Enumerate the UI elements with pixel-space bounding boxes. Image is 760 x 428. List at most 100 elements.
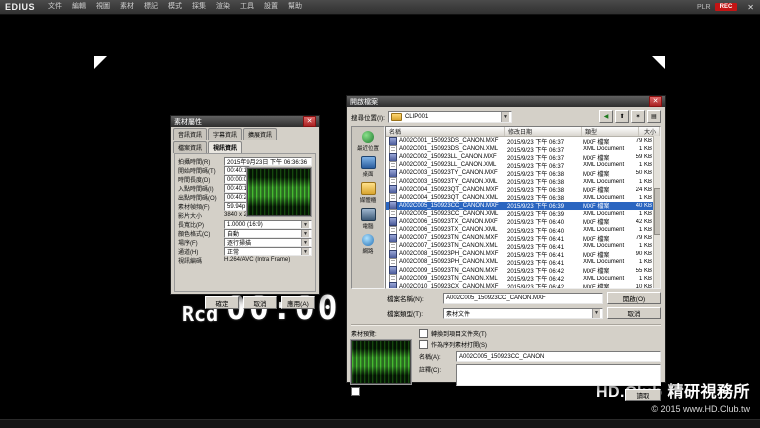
property-row: 入點時間碼(I)00:40:17:15	[178, 184, 250, 193]
properties-button-2[interactable]: 應用(A)	[281, 296, 315, 309]
place-label: 桌面	[362, 170, 373, 178]
plr-indicator[interactable]: PLR	[693, 4, 715, 11]
menu-item-10[interactable]: 幫助	[283, 0, 307, 14]
property-value[interactable]: 逐行掃描▼	[224, 238, 312, 247]
checkbox-icon[interactable]	[419, 329, 428, 338]
open-file-dialog: 開啟檔案 ✕ 搜尋位置(I): CLIP001 ▼ ◀⬆✶▤ 最近位置桌面媒體櫃…	[346, 95, 666, 383]
new-folder-icon[interactable]: ✶	[631, 110, 645, 123]
separator	[351, 324, 661, 325]
menu-item-1[interactable]: 編輯	[67, 0, 91, 14]
transfer-checkbox-row[interactable]: 轉換到項目文件夾(T)	[419, 329, 661, 338]
column-header-0[interactable]: 名稱	[386, 127, 505, 136]
file-name: A002C005_150923CC_CANON.XML	[399, 211, 498, 217]
clip-thumbnail-waveform	[247, 168, 311, 216]
properties-tabs-row1: 音訊資訊字幕資訊擴展資訊	[171, 127, 319, 140]
filetype-select[interactable]: 素材文件 ▼	[443, 308, 603, 319]
clip-properties-titlebar[interactable]: 素材屬性 ✕	[171, 116, 319, 127]
status-bar	[0, 419, 760, 428]
file-name: A002C009_150923TN_CANON.XML	[399, 276, 498, 282]
properties-fields-top: 拍攝時間(R)2015年9月23日 下午 06:36:36	[178, 157, 312, 166]
properties-button-0[interactable]: 確定	[205, 296, 239, 309]
menu-item-2[interactable]: 視圖	[91, 0, 115, 14]
file-type-cell: XML Document	[580, 227, 636, 233]
checkbox-icon[interactable]	[351, 387, 360, 396]
view-menu-icon[interactable]: ▤	[647, 110, 661, 123]
properties-button-1[interactable]: 取消	[243, 296, 277, 309]
tab-檔案資訊[interactable]: 檔案資訊	[173, 141, 207, 153]
menu-item-6[interactable]: 採集	[187, 0, 211, 14]
menu-item-0[interactable]: 文件	[43, 0, 67, 14]
clip-details-pane: 轉換到項目文件夾(T) 作為序列素材打開(S) 名稱(A): A002C005_…	[419, 329, 661, 401]
toolbar-buttons: ◀⬆✶▤	[599, 110, 661, 123]
property-value[interactable]: 自動▼	[224, 229, 312, 238]
preview-waveform-thumbnail	[351, 340, 411, 384]
clipname-field[interactable]: A002C005_150923CC_CANON	[456, 351, 661, 362]
file-name: A002C008_150923PH_CANON.MXF	[399, 251, 498, 257]
place-desktop[interactable]: 桌面	[352, 155, 384, 179]
open-dialog-titlebar[interactable]: 開啟檔案 ✕	[347, 96, 665, 107]
sequence-checkbox-row[interactable]: 作為序列素材打開(S)	[419, 340, 661, 349]
clip-properties-dialog: 素材屬性 ✕ 音訊資訊字幕資訊擴展資訊 檔案資訊視訊資訊 拍攝時間(R)2015…	[170, 115, 320, 295]
menu-item-5[interactable]: 模式	[163, 0, 187, 14]
close-icon[interactable]: ✕	[649, 96, 662, 107]
property-value[interactable]: 1.0000 (16:9)▼	[224, 220, 312, 229]
property-label: 場序(F)	[178, 238, 224, 247]
load-button[interactable]: 讀取	[625, 389, 661, 401]
rec-indicator[interactable]: REC	[715, 3, 738, 11]
place-network[interactable]: 網路	[352, 233, 384, 256]
property-label: 開始時間碼(T)	[178, 166, 224, 175]
property-row: 視訊編碼H.264/AVC (Intra Frame)	[178, 256, 312, 265]
file-list-header: 名稱修改日期類型大小	[386, 127, 660, 137]
comment-field[interactable]	[456, 364, 661, 386]
checkbox-icon[interactable]	[419, 340, 428, 349]
file-name: A002C008_150923PH_CANON.XML	[399, 259, 498, 265]
window-close-icon[interactable]: ✕	[741, 3, 760, 12]
file-row[interactable]: A002C010_150923CX_CANON.MXF2015/9/23 下午 …	[386, 283, 660, 289]
lookin-combobox[interactable]: CLIP001 ▼	[388, 111, 512, 123]
show-waveform-checkbox-row[interactable]: 顯示聲音波形(W)	[351, 387, 413, 396]
file-type-cell: XML Document	[580, 195, 636, 201]
property-row: 長寬比(P)1.0000 (16:9)▼	[178, 220, 312, 229]
computer-icon	[361, 208, 376, 221]
filetype-value: 素材文件	[446, 309, 470, 318]
library-icon	[361, 182, 376, 195]
file-type-cell: MXF 檔案	[580, 282, 636, 289]
up-folder-icon[interactable]: ⬆	[615, 110, 629, 123]
property-value[interactable]: 正常▼	[224, 247, 312, 256]
column-header-2[interactable]: 類型	[582, 127, 639, 136]
file-name: A002C006_150923TX_CANON.MXF	[399, 219, 498, 225]
preview-pane: 素材預覽: 顯示聲音波形(W)	[351, 329, 413, 401]
filename-input[interactable]	[443, 293, 603, 304]
tab-視訊資訊[interactable]: 視訊資訊	[208, 141, 242, 153]
place-library[interactable]: 媒體櫃	[352, 181, 384, 205]
lookin-label: 搜尋位置(I):	[351, 112, 385, 122]
chevron-down-icon[interactable]: ▼	[301, 239, 309, 246]
chevron-down-icon[interactable]: ▼	[592, 309, 600, 318]
back-icon[interactable]: ◀	[599, 110, 613, 123]
place-computer[interactable]: 電腦	[352, 207, 384, 231]
menu-item-4[interactable]: 標記	[139, 0, 163, 14]
tab-字幕資訊[interactable]: 字幕資訊	[208, 128, 242, 140]
chevron-down-icon[interactable]: ▼	[501, 112, 509, 122]
menu-item-3[interactable]: 素材	[115, 0, 139, 14]
comment-row: 註釋(C):	[419, 364, 661, 386]
scrollbar-thumb[interactable]	[654, 188, 661, 236]
chevron-down-icon[interactable]: ▼	[301, 230, 309, 237]
property-row: 場序(F)逐行掃描▼	[178, 238, 312, 247]
column-header-3[interactable]: 大小	[639, 127, 660, 136]
chevron-down-icon[interactable]: ▼	[301, 248, 309, 255]
cancel-button[interactable]: 取消	[607, 307, 661, 319]
vertical-scrollbar[interactable]	[653, 136, 660, 288]
menu-item-9[interactable]: 設置	[259, 0, 283, 14]
chevron-down-icon[interactable]: ▼	[301, 221, 309, 228]
menu-item-7[interactable]: 渲染	[211, 0, 235, 14]
open-button[interactable]: 開啟(O)	[607, 292, 661, 304]
tab-擴展資訊[interactable]: 擴展資訊	[243, 128, 277, 140]
menu-item-8[interactable]: 工具	[235, 0, 259, 14]
place-recent[interactable]: 最近位置	[352, 130, 384, 153]
lookin-value: CLIP001	[405, 114, 428, 120]
close-icon[interactable]: ✕	[303, 116, 316, 127]
column-header-1[interactable]: 修改日期	[505, 127, 582, 136]
tab-音訊資訊[interactable]: 音訊資訊	[173, 128, 207, 140]
property-value[interactable]: 2015年9月23日 下午 06:36:36	[224, 157, 312, 166]
